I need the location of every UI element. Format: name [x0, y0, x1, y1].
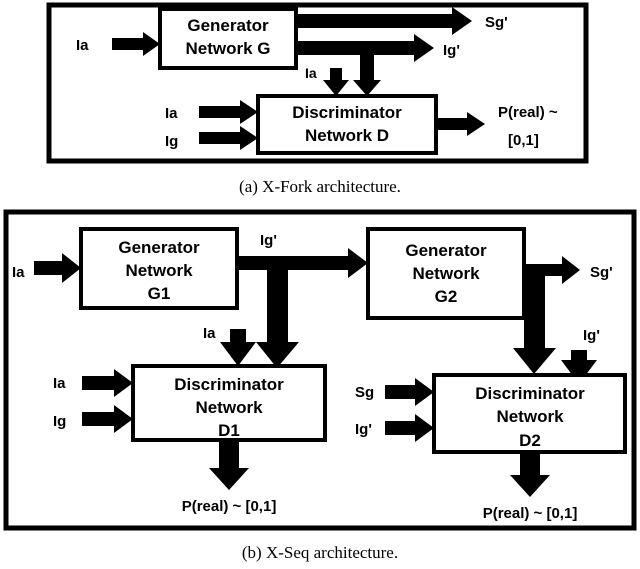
panel-b-g2-line2: Network [412, 264, 480, 283]
panel-a-xfork: Ia Generator Network G Sg' Ig' Ia Discri… [46, 2, 589, 164]
panel-b-g1-line1: Generator [118, 238, 200, 257]
panel-a-disc-in-ig-label: Ig [165, 133, 178, 150]
caption-a: (a) X-Fork architecture. [239, 177, 401, 196]
panel-b-d2-out-label: P(real) ~ [0,1] [483, 505, 578, 522]
panel-a-disc-top-ia-arrow [323, 68, 349, 96]
panel-a-generator-line1: Generator [187, 16, 269, 35]
panel-b-d1-line2: Network [195, 398, 263, 417]
panel-a-sg-label: Sg' [485, 14, 508, 31]
panel-a-disc-out-line2: [0,1] [508, 132, 539, 149]
panel-b-d2-output-arrow [510, 452, 550, 497]
panel-a-disc-in-ig-arrow [199, 126, 258, 150]
panel-a-gen-input-arrow [112, 32, 160, 56]
panel-a-disc-out-line1: P(real) ~ [498, 104, 558, 121]
panel-a-disc-in-ia-label: Ia [165, 105, 178, 122]
panel-b-d1-line1: Discriminator [174, 375, 284, 394]
panel-b-d2-in-ig-label: Ig' [355, 421, 372, 438]
panel-b-xseq: Ia Generator Network G1 Ig' Ia Generator… [3, 209, 637, 531]
panel-a-discriminator-line1: Discriminator [292, 103, 402, 122]
panel-b-d1-output-arrow [209, 440, 249, 490]
panel-a-disc-output-arrow [436, 112, 485, 136]
panel-b-d2-in-sg-arrow [385, 378, 434, 406]
panel-a-generator-line2: Network G [185, 39, 270, 58]
panel-b-g1-input-label: Ia [12, 264, 25, 281]
panel-b-g2-line1: Generator [405, 241, 487, 260]
panel-b-g1-branch-arrow [256, 256, 299, 368]
panel-b-d2-in-sg-label: Sg [355, 384, 374, 401]
panel-a-ig-label: Ig' [443, 42, 460, 59]
panel-b-d2-in-ig-arrow [385, 414, 434, 442]
panel-a-disc-top-ia-label: Ia [305, 65, 317, 81]
panel-b-g2-line3: G2 [435, 287, 458, 306]
architecture-diagram: Ia Generator Network G Sg' Ig' Ia Discri… [3, 2, 637, 562]
figure-container: Ia Generator Network G Sg' Ig' Ia Discri… [0, 0, 640, 564]
panel-a-ig-output-head [408, 34, 434, 62]
panel-b-d2-line2: Network [496, 407, 564, 426]
panel-a-sg-output-arrow [296, 7, 472, 35]
panel-b-d2-top-ig-label: Ig' [583, 327, 600, 344]
panel-a-gen-input-label: Ia [76, 37, 89, 54]
panel-b-d1-in-ig-label: Ig [53, 413, 66, 430]
panel-b-d1-out-label: P(real) ~ [0,1] [182, 498, 277, 515]
panel-b-g1-line2: Network [125, 261, 193, 280]
panel-b-g2-output-label: Sg' [590, 264, 613, 281]
caption-b: (b) X-Seq architecture. [242, 543, 398, 562]
panel-b-d1-line3: D1 [218, 421, 240, 440]
panel-b-d2-line3: D2 [519, 431, 541, 450]
panel-b-g1-line3: G1 [148, 284, 171, 303]
panel-b-d1-in-ia-label: Ia [53, 375, 66, 392]
panel-b-g1-input-arrow [34, 253, 81, 283]
panel-b-d1-in-ig-arrow [82, 405, 133, 433]
panel-b-d1-in-ia-arrow [82, 369, 133, 397]
panel-a-discriminator-line2: Network D [305, 126, 389, 145]
panel-b-g1-output-arrow [237, 248, 368, 278]
panel-a-ig-output-stem [296, 41, 408, 55]
panel-b-d1-top-ia-label: Ia [203, 325, 216, 342]
panel-a-disc-in-ia-arrow [199, 100, 258, 124]
panel-b-g1-output-label: Ig' [260, 232, 277, 249]
panel-b-d2-line1: Discriminator [475, 384, 585, 403]
panel-b-d1-top-ia-arrow [220, 329, 256, 366]
